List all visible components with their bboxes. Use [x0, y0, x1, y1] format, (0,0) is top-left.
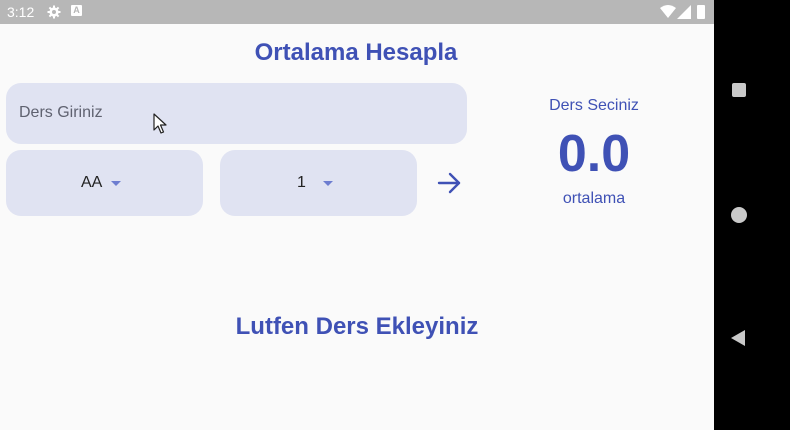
signal-icon	[677, 5, 691, 19]
gear-icon	[47, 5, 61, 19]
average-value: 0.0	[557, 125, 631, 183]
add-course-button[interactable]	[432, 166, 468, 200]
battery-icon	[697, 5, 705, 19]
status-bar: 3:12 A	[0, 0, 714, 24]
chevron-down-icon	[323, 181, 333, 186]
page-title: Ortalama Hesapla	[254, 39, 458, 66]
average-label: Ders Seciniz	[549, 97, 639, 114]
navigation-bar	[714, 0, 790, 430]
empty-list-message: Lutfen Ders Ekleyiniz	[235, 313, 479, 340]
mouse-cursor-icon	[153, 113, 167, 134]
home-icon[interactable]	[731, 207, 747, 223]
a-notification-icon: A	[71, 5, 82, 16]
course-input-placeholder: Ders Giriniz	[19, 104, 103, 121]
app-screen: 3:12 A Ortalama Hesapla Ders Giriniz AA …	[0, 0, 714, 430]
average-sublabel: ortalama	[562, 190, 626, 207]
credit-dropdown[interactable]: 1	[220, 150, 417, 216]
chevron-down-icon	[111, 181, 121, 186]
recent-apps-icon[interactable]	[732, 83, 746, 97]
grade-dropdown-value: AA	[81, 174, 103, 191]
grade-dropdown[interactable]: AA	[6, 150, 203, 216]
back-icon[interactable]	[731, 330, 745, 346]
arrow-right-icon	[437, 172, 461, 194]
status-time: 3:12	[7, 4, 35, 20]
wifi-icon	[660, 5, 676, 18]
credit-dropdown-value: 1	[297, 174, 306, 191]
